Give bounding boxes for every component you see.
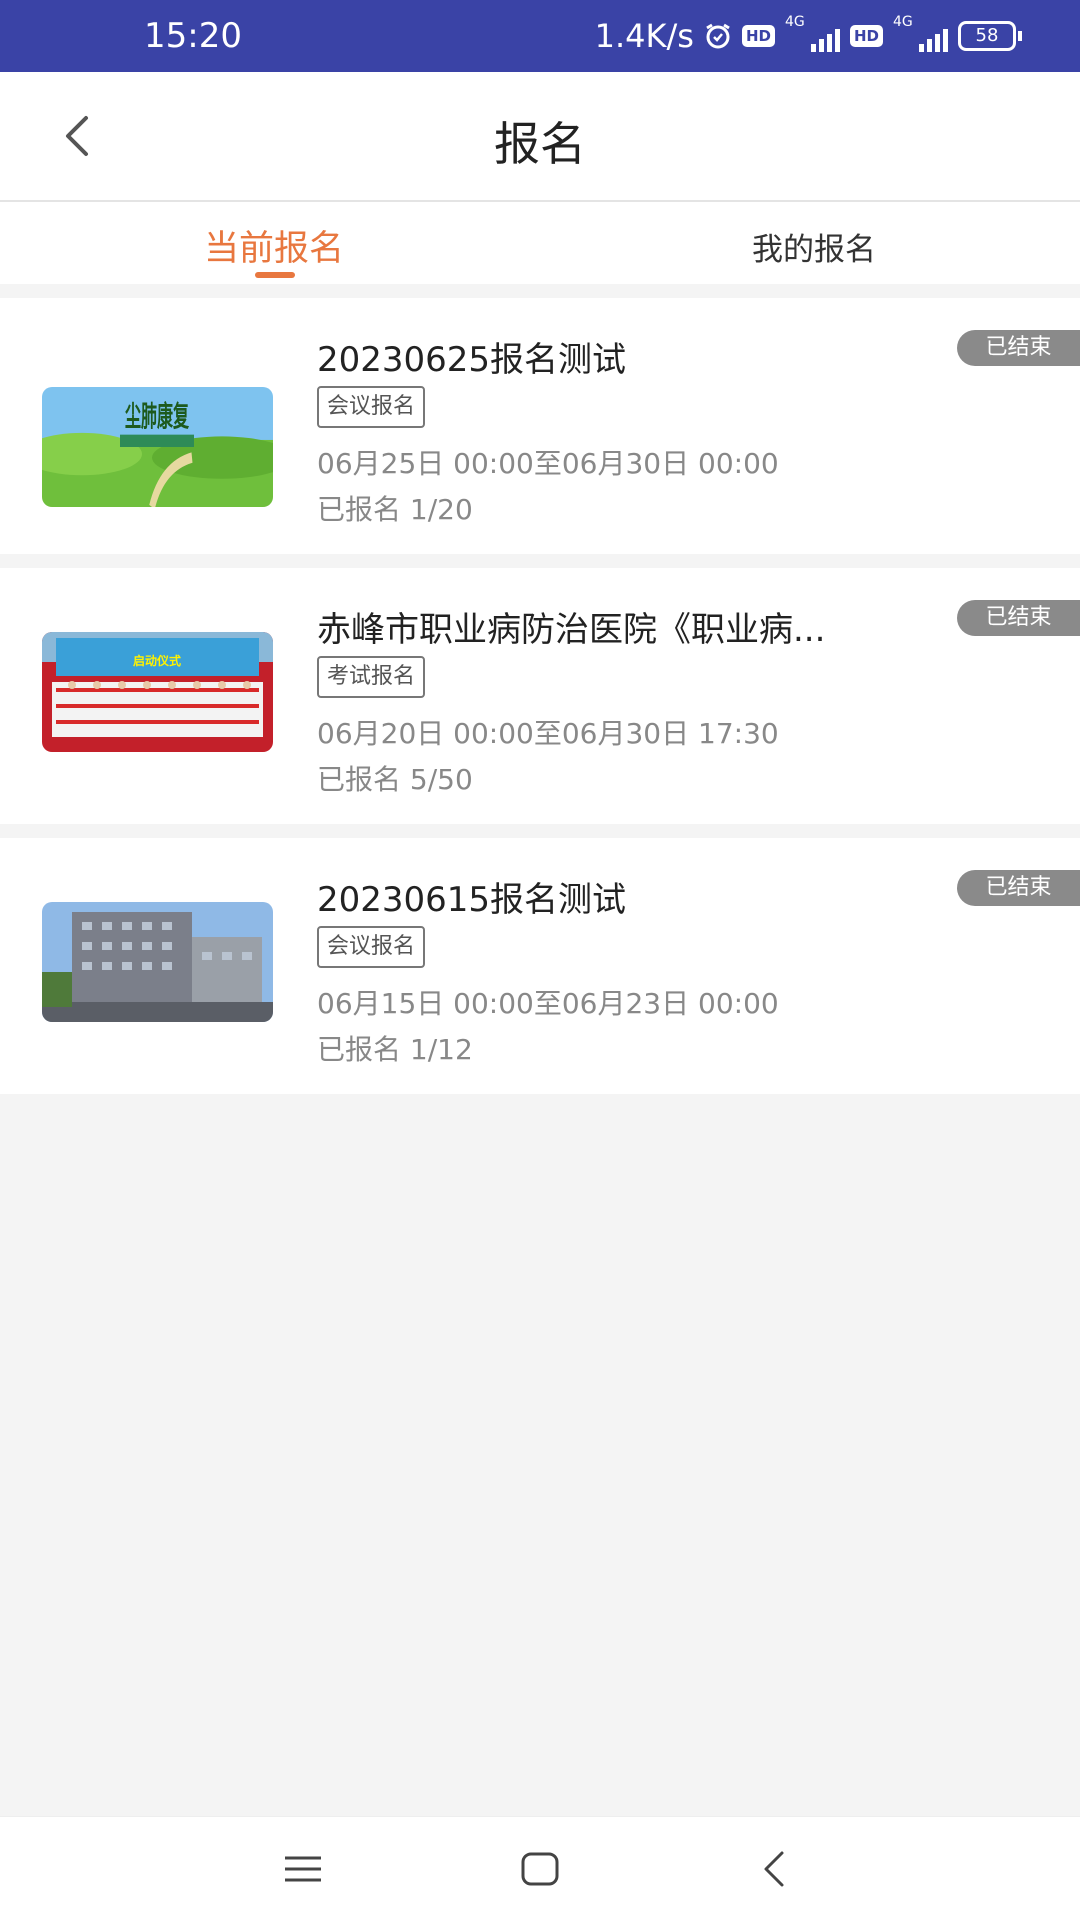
- status-time: 15:20: [144, 16, 242, 56]
- status-badge: 已结束: [957, 870, 1080, 906]
- network-label: 4G: [784, 14, 805, 30]
- event-registered-count: 已报名 1/20: [317, 493, 473, 526]
- event-card[interactable]: 20230615报名测试 会议报名 06月15日 00:00至06月23日 00…: [0, 838, 1080, 1094]
- signal-4g-icon: 4G: [893, 14, 948, 52]
- event-type-tag: 会议报名: [317, 386, 426, 428]
- back-triangle-icon[interactable]: [754, 1847, 798, 1891]
- signal-4g-icon: 4G: [785, 14, 840, 52]
- event-title: 20230625报名测试: [317, 340, 627, 380]
- thumbnail-caption: 启动仪式: [133, 653, 181, 668]
- event-thumbnail: 尘肺康复: [42, 387, 273, 507]
- event-registered-count: 已报名 5/50: [317, 763, 473, 796]
- event-card[interactable]: 启动仪式 赤峰市职业病防治医院《职业病... 考试报名 06月20日 00:00…: [0, 568, 1080, 824]
- alarm-icon: [706, 23, 730, 49]
- menu-icon[interactable]: [281, 1847, 325, 1891]
- battery-level: 58: [958, 21, 1016, 51]
- battery-icon: 58: [958, 21, 1022, 51]
- event-card[interactable]: 尘肺康复 20230625报名测试 会议报名 06月25日 00:00至06月3…: [0, 298, 1080, 554]
- event-title: 赤峰市职业病防治医院《职业病...: [317, 610, 826, 650]
- event-time-range: 06月20日 00:00至06月30日 17:30: [317, 717, 779, 750]
- thumbnail-caption: 尘肺康复: [125, 400, 190, 433]
- status-badge: 已结束: [957, 330, 1080, 366]
- status-icons: 1.4K/s HD 4G HD 4G 58: [595, 14, 1022, 58]
- hd-icon: HD: [741, 25, 775, 47]
- event-type-tag: 考试报名: [317, 656, 426, 698]
- page-title: 报名: [494, 117, 586, 171]
- app-header: 报名: [0, 72, 1080, 202]
- event-thumbnail: 启动仪式: [42, 632, 273, 752]
- network-label: 4G: [893, 14, 913, 30]
- tab-my-registration[interactable]: 我的报名: [614, 224, 1014, 269]
- event-title: 20230615报名测试: [317, 880, 627, 920]
- status-bar: 15:20 1.4K/s HD 4G HD 4G 58: [0, 0, 1080, 72]
- event-registered-count: 已报名 1/12: [317, 1033, 473, 1066]
- network-speed: 1.4K/s: [594, 17, 694, 55]
- event-time-range: 06月15日 00:00至06月23日 00:00: [317, 987, 779, 1020]
- event-thumbnail: [42, 902, 273, 1022]
- tab-current-registration[interactable]: 当前报名: [74, 220, 474, 271]
- tab-bar: 当前报名 我的报名: [0, 202, 1080, 284]
- system-nav-bar: [0, 1816, 1080, 1921]
- hd-icon: HD: [849, 25, 883, 47]
- event-type-tag: 会议报名: [317, 926, 426, 968]
- home-square-icon[interactable]: [518, 1847, 562, 1891]
- status-badge: 已结束: [957, 600, 1080, 636]
- event-time-range: 06月25日 00:00至06月30日 00:00: [317, 447, 779, 480]
- tab-indicator: [255, 272, 295, 278]
